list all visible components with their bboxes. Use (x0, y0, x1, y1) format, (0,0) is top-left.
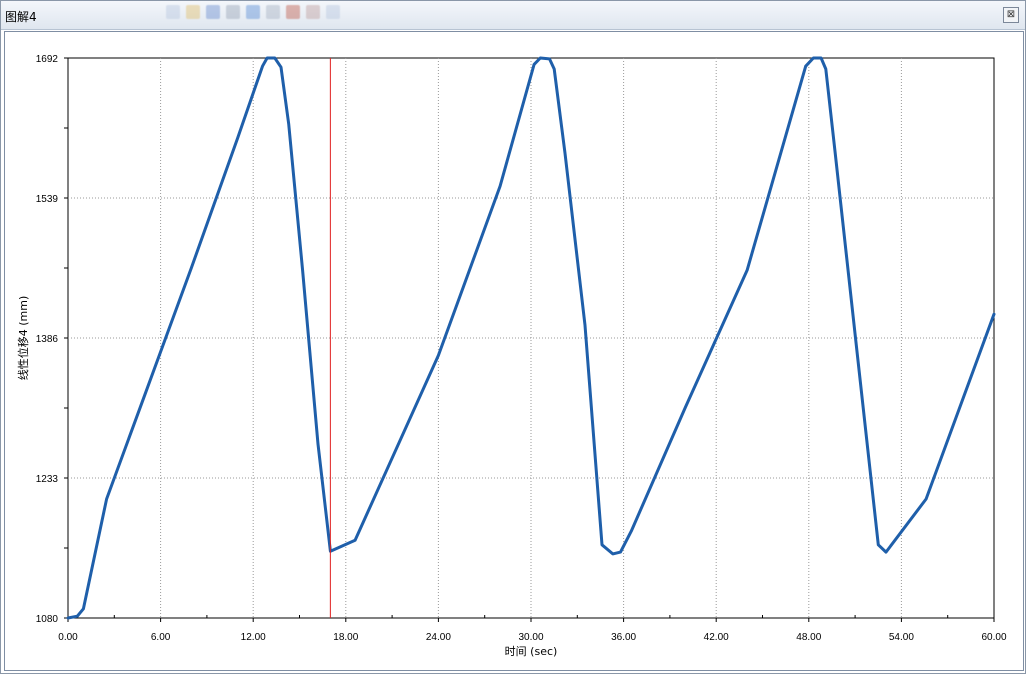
x-tick-label: 42.00 (704, 632, 729, 643)
x-tick-label: 60.00 (981, 632, 1006, 643)
y-tick-label: 1692 (36, 54, 59, 65)
x-tick-label: 6.00 (151, 632, 171, 643)
x-tick-label: 18.00 (333, 632, 358, 643)
x-axis-title: 时间 (sec) (505, 645, 558, 658)
x-tick-label: 30.00 (518, 632, 543, 643)
y-tick-label: 1080 (36, 614, 59, 625)
y-tick-label: 1539 (36, 194, 59, 205)
line-chart: 0.00 6.00 12.00 18.00 24.00 30.00 36.00 42.00 48… (16, 54, 1007, 658)
x-tick-label: 24.00 (426, 632, 451, 643)
x-tick-label: 36.00 (611, 632, 636, 643)
x-tick-label: 48.00 (796, 632, 821, 643)
y-tick-label: 1386 (36, 334, 59, 345)
y-axis-title: 线性位移4 (mm) (16, 296, 30, 381)
x-tick-label: 54.00 (889, 632, 914, 643)
x-tick-label: 0.00 (58, 632, 78, 643)
chart-window: 图解4 ⊠ 0.00 6.00 12.00 18.00 24.00 30.00 36.00 4… (0, 0, 1026, 674)
y-tick-label: 1233 (36, 474, 59, 485)
x-tick-label: 12.00 (241, 632, 266, 643)
